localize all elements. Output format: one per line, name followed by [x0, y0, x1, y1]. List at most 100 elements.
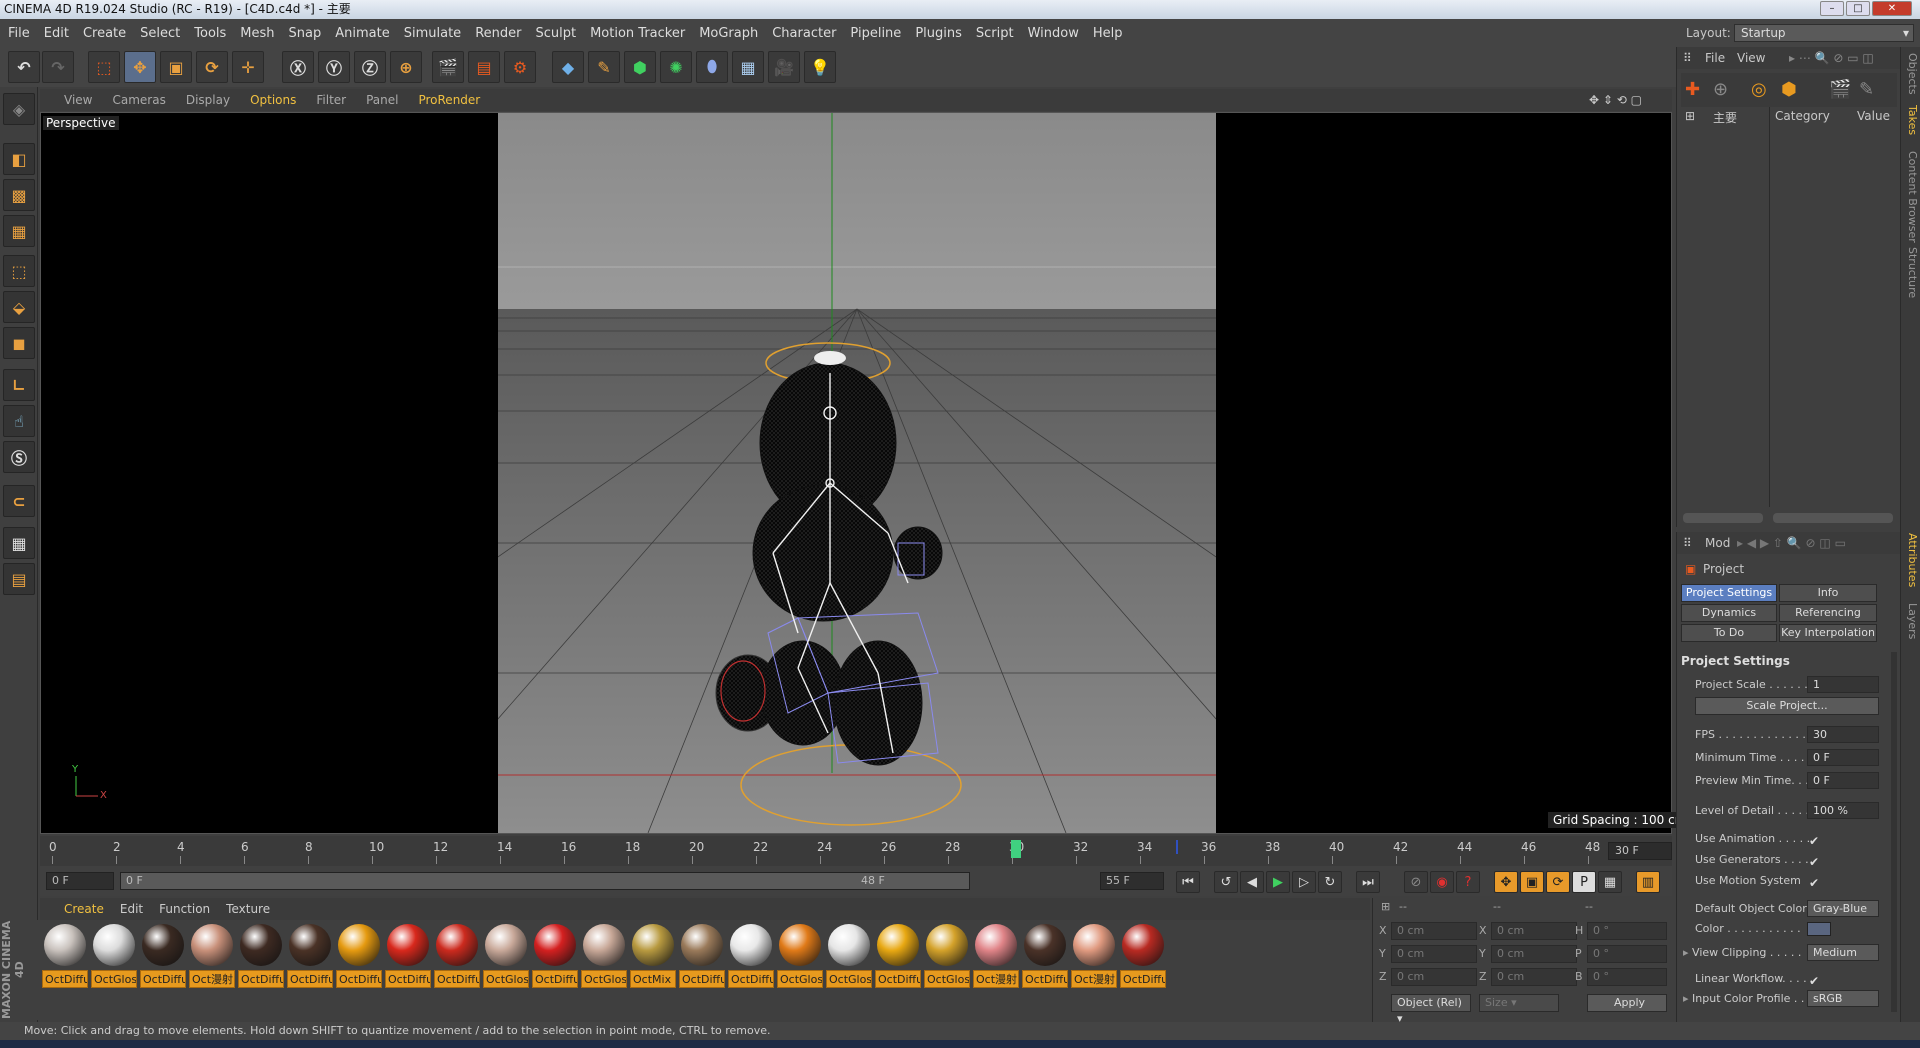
side-tab-objects[interactable]: Objects: [1903, 53, 1919, 95]
key-parameter-icon[interactable]: P: [1572, 871, 1596, 893]
keyframe-help-icon[interactable]: ?: [1456, 871, 1480, 893]
viewport-menu-panel[interactable]: Panel: [366, 93, 398, 107]
menu-script[interactable]: Script: [976, 26, 1014, 41]
cube-icon[interactable]: ◆: [552, 51, 584, 83]
side-tab-content-browser[interactable]: Content Browser: [1903, 151, 1919, 243]
maximize-button[interactable]: □: [1846, 1, 1870, 16]
fps-field[interactable]: 30: [1807, 726, 1879, 743]
key-scale-icon[interactable]: ▣: [1520, 871, 1544, 893]
material-swatch[interactable]: OctDiffu: [336, 924, 382, 988]
tab-key-interpolation[interactable]: Key Interpolation: [1779, 624, 1877, 642]
next-frame-icon[interactable]: ▷: [1292, 871, 1316, 893]
material-swatch[interactable]: OctGlos: [91, 924, 137, 988]
menu-tools[interactable]: Tools: [194, 26, 226, 41]
locked-workplane-icon[interactable]: ▦: [3, 527, 35, 559]
light-icon[interactable]: 💡: [804, 51, 836, 83]
take-render-icon[interactable]: 🎬: [1829, 79, 1851, 100]
points-mode-icon[interactable]: ⬚: [3, 255, 35, 287]
material-menu-create[interactable]: Create: [64, 902, 104, 916]
rotate-icon[interactable]: ⟳: [196, 51, 228, 83]
material-menu-texture[interactable]: Texture: [226, 902, 270, 916]
start-frame-field[interactable]: 0 F: [46, 872, 114, 890]
goto-end-icon[interactable]: ⏭: [1356, 871, 1380, 893]
material-swatch[interactable]: OctGlos: [581, 924, 627, 988]
material-swatch[interactable]: OctMix: [630, 924, 676, 988]
timeline-ruler[interactable]: 0246810121416182022242628303234363840424…: [40, 836, 1672, 866]
material-swatch[interactable]: OctDiffu: [287, 924, 333, 988]
menu-character[interactable]: Character: [772, 26, 836, 41]
planar-workplane-icon[interactable]: ▤: [3, 563, 35, 595]
viewport-menu-prorender[interactable]: ProRender: [418, 93, 480, 107]
material-swatch[interactable]: OctDiffu: [42, 924, 88, 988]
menu-mesh[interactable]: Mesh: [240, 26, 274, 41]
y-axis-lock-icon[interactable]: Ⓨ: [318, 51, 350, 83]
floor-icon[interactable]: ▦: [732, 51, 764, 83]
material-swatch[interactable]: OctDiffu: [532, 924, 578, 988]
key-position-icon[interactable]: ✥: [1494, 871, 1518, 893]
side-tab-attributes[interactable]: Attributes: [1903, 533, 1919, 587]
snap-icon[interactable]: Ⓢ: [3, 441, 35, 473]
redo-icon[interactable]: ↷: [42, 51, 74, 83]
edges-mode-icon[interactable]: ⬙: [3, 291, 35, 323]
minimum-time-field[interactable]: 0 F: [1807, 749, 1879, 766]
material-swatch[interactable]: OctGlos: [924, 924, 970, 988]
play-icon[interactable]: ▶: [1266, 871, 1290, 893]
coordinate-system-icon[interactable]: ⊕: [390, 51, 422, 83]
material-swatch[interactable]: OctDiffu: [385, 924, 431, 988]
use-generators-checkbox[interactable]: ✔: [1809, 853, 1819, 871]
rotation-h-field[interactable]: 0 °: [1587, 922, 1667, 940]
scale-icon[interactable]: ▣: [160, 51, 192, 83]
close-button[interactable]: ✕: [1872, 1, 1912, 16]
level-of-detail-field[interactable]: 100 %: [1807, 802, 1879, 819]
tab-to-do[interactable]: To Do: [1681, 624, 1777, 642]
object-menu-file[interactable]: File: [1705, 51, 1725, 65]
horizontal-scrollbar-left[interactable]: [1683, 513, 1763, 523]
size-z-field[interactable]: 0 cm: [1491, 968, 1577, 986]
menu-motion-tracker[interactable]: Motion Tracker: [590, 26, 685, 41]
input-color-profile-dropdown[interactable]: sRGB: [1807, 990, 1879, 1007]
position-x-field[interactable]: 0 cm: [1391, 922, 1477, 940]
render-picture-viewer-icon[interactable]: ▤: [468, 51, 500, 83]
z-axis-lock-icon[interactable]: Ⓩ: [354, 51, 386, 83]
apply-button[interactable]: Apply: [1587, 994, 1667, 1012]
model-mode-icon[interactable]: ◧: [3, 143, 35, 175]
viewport-menu-filter[interactable]: Filter: [316, 93, 346, 107]
key-pla-icon[interactable]: ▦: [1598, 871, 1622, 893]
scale-project-button[interactable]: Scale Project...: [1695, 697, 1879, 715]
size-y-field[interactable]: 0 cm: [1491, 945, 1577, 963]
view-clipping-dropdown[interactable]: Medium: [1807, 944, 1879, 961]
menu-pipeline[interactable]: Pipeline: [850, 26, 901, 41]
material-swatch[interactable]: OctDiffu: [238, 924, 284, 988]
viewport-menu-display[interactable]: Display: [186, 93, 230, 107]
material-swatch[interactable]: Oct漫射: [1071, 924, 1117, 988]
viewport-menu-options[interactable]: Options: [250, 93, 296, 107]
take-auto-icon[interactable]: ⬢: [1781, 79, 1797, 100]
render-view-icon[interactable]: 🎬: [432, 51, 464, 83]
side-tab-structure[interactable]: Structure: [1903, 247, 1919, 298]
menu-snap[interactable]: Snap: [289, 26, 322, 41]
viewport-nav-icon[interactable]: ✥ ⇕ ⟲ ▢: [1589, 93, 1642, 107]
make-editable-icon[interactable]: ◈: [3, 93, 35, 125]
size-x-field[interactable]: 0 cm: [1491, 922, 1577, 940]
deformer-icon[interactable]: ⬮: [696, 51, 728, 83]
menu-select[interactable]: Select: [140, 26, 180, 41]
menu-file[interactable]: File: [8, 26, 30, 41]
size-mode-dropdown[interactable]: Size ▾: [1479, 994, 1559, 1012]
viewport-menu-cameras[interactable]: Cameras: [112, 93, 165, 107]
material-swatch[interactable]: OctDiffu: [434, 924, 480, 988]
material-menu-edit[interactable]: Edit: [120, 902, 143, 916]
viewport-menu-view[interactable]: View: [64, 93, 92, 107]
expand-arrow-icon[interactable]: ▸: [1683, 992, 1692, 1005]
horizontal-scrollbar-right[interactable]: [1773, 513, 1893, 523]
current-frame-field[interactable]: 30 F: [1608, 842, 1672, 860]
expand-arrow-icon[interactable]: ▸: [1683, 946, 1692, 959]
tab-dynamics[interactable]: Dynamics: [1681, 604, 1777, 622]
render-settings-icon[interactable]: ⚙: [504, 51, 536, 83]
vertical-scrollbar[interactable]: [1891, 652, 1897, 1012]
key-rotation-icon[interactable]: ⟳: [1546, 871, 1570, 893]
material-menu-function[interactable]: Function: [159, 902, 210, 916]
undo-icon[interactable]: ↶: [8, 51, 40, 83]
object-menu-view[interactable]: View: [1737, 51, 1765, 65]
goto-start-icon[interactable]: ⏮: [1176, 871, 1200, 893]
side-tab-takes[interactable]: Takes: [1903, 105, 1919, 135]
